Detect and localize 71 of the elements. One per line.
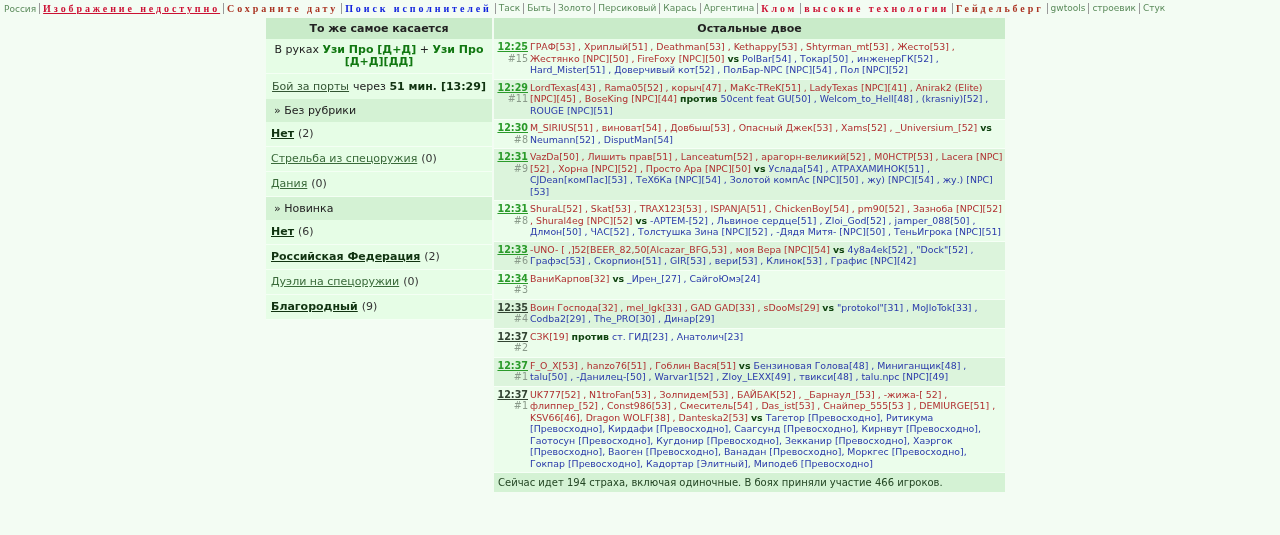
nav-link[interactable]: Клом <box>757 3 798 14</box>
nav-link[interactable]: Быть <box>523 3 551 14</box>
battle-number: #15 <box>507 52 528 64</box>
battle-time-link[interactable]: 12:37 <box>497 359 528 371</box>
nav-link[interactable]: Стук <box>1138 3 1166 14</box>
category-link[interactable]: Благородный <box>271 300 358 313</box>
category-count: (0) <box>311 177 327 190</box>
category-count: (9) <box>361 300 378 313</box>
battle-number: #1 <box>513 400 528 412</box>
port-battle-link[interactable]: Бой за порты <box>272 80 350 93</box>
nav-link[interactable]: Россия <box>4 3 37 14</box>
category-link[interactable]: Дания <box>271 177 308 190</box>
panel-title: То же самое касается <box>266 18 492 39</box>
nav-link[interactable]: gwtools <box>1046 3 1086 14</box>
battle-participants: -UNO- [ ,]52[BEER_82,50[Alcazar_BFG,53] , моя Вера [NPC][54] vs 4y8a4ek[52] , "Dock"[52] , Графэс[53] , Скорпион[51] , GIR[53] , вери[53] , Клинок[53] , Графис [NPC][42] <box>530 243 975 267</box>
battle-participants: СЗК[19] против ст. ГИД[23] , Анатолич[23] <box>530 330 745 344</box>
battle-participants: Воин Господа[32] , mel_lgk[33] , GAD GAD[33] , sDooMs[29] vs "protokol"[31] , MoJloTok[33] , Codba2[29] , The_PRO[30] , Динар[29] <box>530 301 979 325</box>
battle-time-link[interactable]: 12:34 <box>497 272 528 284</box>
category-link[interactable]: Нет <box>271 127 295 140</box>
battle-time-link[interactable]: 12:29 <box>497 81 528 93</box>
battle-time-link[interactable]: 12:33 <box>497 243 528 255</box>
category-link[interactable]: Дуэли на спецоружии <box>271 275 400 288</box>
category-count: (0) <box>421 152 437 165</box>
category-link[interactable]: Нет <box>271 225 295 238</box>
nav-link[interactable]: Золото <box>554 3 592 14</box>
battle-time-link[interactable]: 12:37 <box>497 388 528 400</box>
nav-link[interactable]: Сохраните дату <box>223 3 339 14</box>
battle-participants: ShuraL[52] , Skat[53] , TRAX123[53] , ISPANJA[51] , ChickenBoy[54] , pm90[52] , Зазноба [NPC][52] , Shural4eg [NPC][52] vs -АРТЕМ-[52] , Львиное сердце[51] , Zloi_God[52] , jamper_088[50] , Длмон[50] , ЧАС[52] , Толстушка Зина [NPC][52] , -Дядя Митя- [NPC][50] , ТеньИгрока [NPC][51] <box>530 203 1003 238</box>
panel-title: Остальные двое <box>494 18 1005 39</box>
nav-link[interactable]: Поиск исполнителей <box>341 3 492 14</box>
nav-link[interactable]: Персиковый <box>594 3 657 14</box>
summary-text: Сейчас идет 194 страха, включая одиночные. В боях приняли участие 466 игроков. <box>494 473 1005 492</box>
nav-link[interactable]: высокие технологии <box>800 3 950 14</box>
battle-time-link[interactable]: 12:37 <box>497 330 528 342</box>
nav-link[interactable]: Аргентина <box>699 3 755 14</box>
nav-link[interactable]: строевик <box>1088 3 1136 14</box>
battle-time-link[interactable]: 12:35 <box>497 301 528 313</box>
battle-participants: M_SIRIUS[51] , виноват[54] , Довбыш[53] , Опасный Джек[53] , Xams[52] , _Universium_[52] vs Neumann[52] , DisputMan[54] <box>530 122 993 145</box>
section-header: » Новинка <box>266 197 492 220</box>
weapon-text: В руках Узи Про [Д+Д] + Узи Про [Д+Д][ДД] <box>266 39 492 74</box>
battle-participants: ГРАФ[53] , Хриплый[51] , Deathman[53] , Kethappy[53] , Shtyrman_mt[53] , Жесто[53] , Жестянко [NPC][50] , FireFoxy [NPC][50] vs PolBar[54] , Токар[50] , инженерГК[52] , Hard_Mister[51] , Доверчивый кот[52] , ПолБар-NPC [NPC][54] , Пол [NPC][52] <box>530 41 956 76</box>
battle-number: #2 <box>513 342 528 354</box>
battle-number: #3 <box>513 284 528 296</box>
battle-number: #9 <box>513 162 528 174</box>
battle-time-link[interactable]: 12:31 <box>497 151 528 163</box>
category-link[interactable]: Российская Федерация <box>271 250 421 263</box>
battle-time-link[interactable]: 12:25 <box>497 41 528 53</box>
battle-number: #6 <box>513 255 528 267</box>
battle-number: #8 <box>513 133 528 145</box>
battle-participants: LordTexas[43] , Rama05[52] , корыч[47] , MaKc-TReK[51] , LadyTexas [NPC][41] , Anirak2 (Elite) [NPC][45] , BoseKing [NPC][44] против 50cent feat GU[50] , Welcom_to_Hell[48] , (krasniy)[52] , ROUGE [NPC][51] <box>530 81 990 116</box>
nav-link[interactable]: Изображение недоступно <box>39 3 221 14</box>
battle-participants: UK777[52] , N1troFan[53] , Золпидем[53] , БАЙБАК[52] , _Барнаул_[53] , -жижа-[ 52] , флиппер_[52] , Const986[53] , Смеситель[54] , Das_ist[53] , Снайпер_555[53 ] , DEMIURGE[51] , KSV66[46], Dragon WOLF[38] , Danteska2[53] vs Тагетор [Превосходно], Ритикума [Превосходно], Кирдафи [Превосходно], Саагсунд [Превосходно], Кирнвут [Превосходно], Гаотосун [Превосходно], Кугдонир [Превосходно], Зекканир [Превосходно], Хаэргок [Превосходно], Ваоген [Превосходно], Ванадан [Превосходно], Моркгес [Превосходно], Гокпар [Превосходно], Кадортар [Элитный], Миподеб [Превосходно] <box>530 388 997 469</box>
battle-number: #1 <box>513 371 528 383</box>
category-count: (2) <box>424 250 440 263</box>
category-count: (0) <box>403 275 419 288</box>
nav-link[interactable]: Карась <box>659 3 697 14</box>
category-count: (2) <box>298 127 314 140</box>
battle-participants: VazDa[50] , Лишить прав[51] , Lanceatum[52] , арагорн-великий[52] , M0НСТР[53] , Lacera [NPC][52] , Хорна [NPC][52] , Просто Ара [NPC][50] vs Услада[54] , АТРАХАМИНОК[51] , CJDean[комПас][53] , ТеХбКа [NPC][54] , Золотой компАс [NPC][50] , жу) [NPC][54] , жу.) [NPC][53] <box>530 151 1004 197</box>
port-time-text: через 51 мин. [13:29] <box>353 80 486 93</box>
battle-time-link[interactable]: 12:30 <box>497 122 528 134</box>
battle-participants: F_O_X[53] , hanzo76[51] , Гоблин Вася[51] vs Бензиновая Голова[48] , Миниганщик[48] , talu[50] , -Данилец-[50] , Warvar1[52] , Zloy_LEXX[49] , твикси[48] , talu.npc [NPC][49] <box>530 359 968 383</box>
battle-time-link[interactable]: 12:31 <box>497 203 528 215</box>
category-count: (6) <box>298 225 314 238</box>
battle-number: #11 <box>507 93 528 105</box>
category-link[interactable]: Стрельба из спецоружия <box>271 152 418 165</box>
battle-number: #4 <box>513 313 528 325</box>
battle-number: #8 <box>513 214 528 226</box>
nav-link[interactable]: Таск <box>494 3 521 14</box>
battle-participants: ВаниКарпов[32] vs _Ирен_[27] , СайгоЮмэ[24] <box>530 272 762 286</box>
section-header: » Без рубрики <box>266 99 492 122</box>
nav-link[interactable]: Гейдельберг <box>952 3 1044 14</box>
